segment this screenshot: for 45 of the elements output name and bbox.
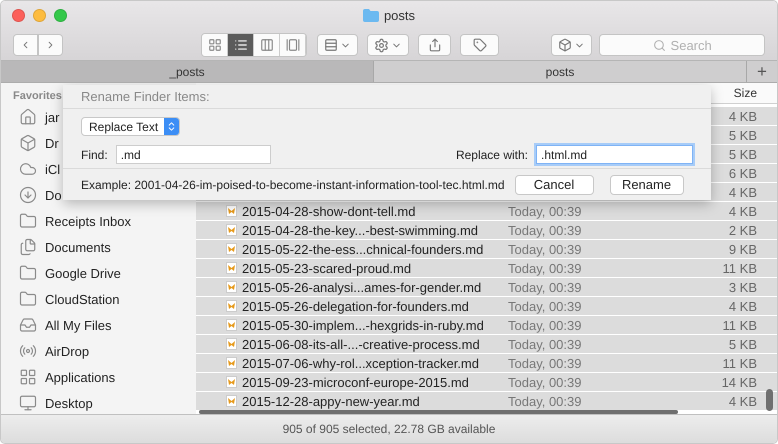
file-size: 11 KB <box>722 318 757 332</box>
date-modified: Today, 00:39 <box>508 242 582 256</box>
file-size: 9 KB <box>728 242 757 256</box>
file-size: 11 KB <box>722 356 757 370</box>
file-size: 4 KB <box>728 204 757 218</box>
file-size: 4 KB <box>728 184 757 200</box>
file-name: 2015-05-23-scared-proud.md <box>242 260 412 276</box>
file-name: 2015-04-28-show-dont-tell.md <box>242 204 416 218</box>
file-size: 5 KB <box>728 128 757 142</box>
file-name: 2015-04-28-the-key...-best-swimming.md <box>242 222 478 238</box>
sidebar-heading: Favorites <box>13 89 62 104</box>
date-modified: Today, 00:39 <box>508 298 582 314</box>
window-title: posts <box>384 8 416 24</box>
file-name: 2015-09-23-microconf-europe-2015.md <box>242 374 469 390</box>
file-name: 2015-07-06-why-rol...xception-tracker.md <box>242 356 479 370</box>
date-modified: Today, 00:39 <box>508 374 582 390</box>
file-size: 4 KB <box>728 394 757 408</box>
date-modified: Today, 00:39 <box>508 204 582 218</box>
file-size: 4 KB <box>728 298 757 314</box>
file-size: 5 KB <box>728 146 757 162</box>
file-name: 2015-05-26-analysi...ames-for-gender.md <box>242 280 482 294</box>
example-text: Example: 2001-04-26-im-poised-to-become-instant-information-tool-tec.html.md <box>81 178 505 192</box>
dialog-title: Rename Finder Items: <box>81 89 210 104</box>
date-modified: Today, 00:39 <box>508 394 582 408</box>
file-size: 3 KB <box>728 280 757 294</box>
date-modified: Today, 00:39 <box>508 336 582 352</box>
replace-label: Replace with: <box>456 148 528 162</box>
file-size: 6 KB <box>728 166 757 180</box>
date-modified: Today, 00:39 <box>508 222 582 238</box>
file-size: 4 KB <box>728 108 757 124</box>
file-name: 2015-06-08-its-all-...-creative-process.md <box>242 336 480 352</box>
date-modified: Today, 00:39 <box>508 356 582 370</box>
find-label: Find: <box>81 148 108 162</box>
file-name: 2015-12-28-appy-new-year.md <box>242 394 420 408</box>
status-text: 905 of 905 selected, 22.78 GB available <box>282 422 496 436</box>
file-name: 2015-05-30-implem...-hexgrids-in-ruby.md <box>242 318 484 332</box>
file-size: 11 KB <box>722 260 757 276</box>
date-modified: Today, 00:39 <box>508 260 582 276</box>
file-size: 14 KB <box>722 374 757 390</box>
date-modified: Today, 00:39 <box>508 280 582 294</box>
file-size: 2 KB <box>728 222 757 238</box>
file-size: 5 KB <box>728 336 757 352</box>
file-name: 2015-05-22-the-ess...chnical-founders.md <box>242 242 484 256</box>
file-name: 2015-05-26-delegation-for-founders.md <box>242 298 469 314</box>
date-modified: Today, 00:39 <box>508 318 582 332</box>
